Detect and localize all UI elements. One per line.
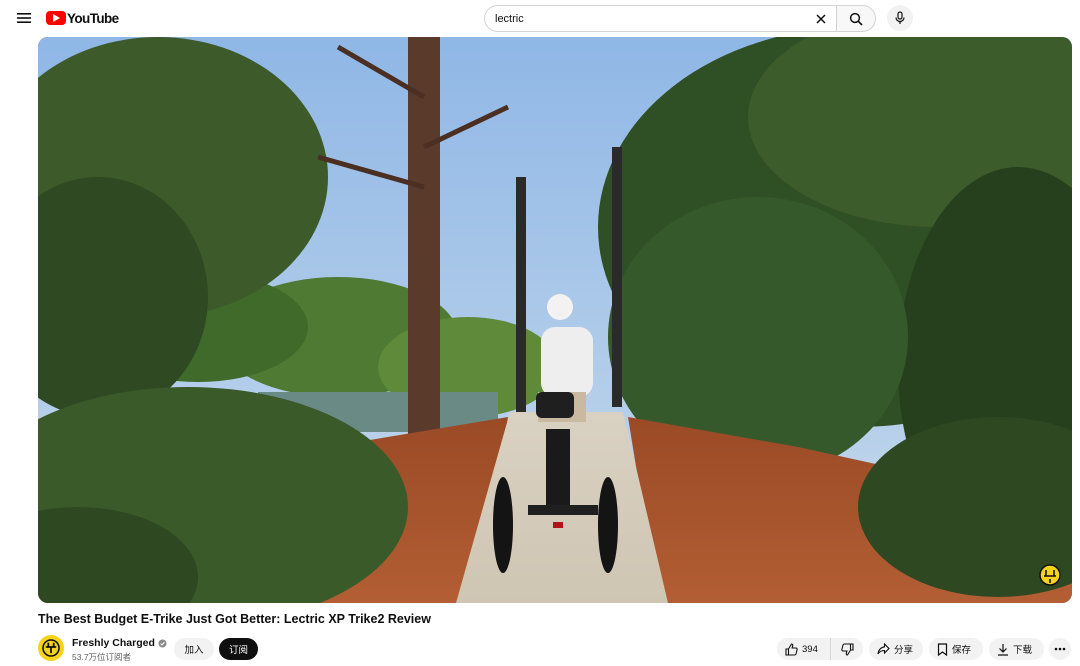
plug-icon xyxy=(42,639,60,657)
download-label: 下载 xyxy=(1013,645,1033,656)
channel-avatar[interactable] xyxy=(38,635,64,661)
verified-check-icon xyxy=(158,639,167,647)
share-button[interactable]: 分享 xyxy=(869,638,923,660)
search-bar xyxy=(484,5,876,32)
video-title: The Best Budget E-Trike Just Got Better:… xyxy=(38,612,431,626)
share-icon xyxy=(877,643,890,655)
youtube-play-icon xyxy=(46,11,66,25)
close-icon[interactable] xyxy=(812,10,830,28)
search-icon xyxy=(849,12,863,26)
channel-name[interactable]: Freshly Charged xyxy=(72,637,167,649)
dislike-button[interactable] xyxy=(831,638,863,660)
bookmark-icon xyxy=(937,642,948,656)
subscriber-count: 53.7万位订阅者 xyxy=(72,652,132,662)
channel-name-text: Freshly Charged xyxy=(72,637,155,649)
thumbs-up-icon xyxy=(785,642,798,656)
search-box xyxy=(484,5,836,32)
thumbs-down-icon xyxy=(840,642,854,656)
video-frame xyxy=(38,37,1072,603)
share-label: 分享 xyxy=(894,645,914,656)
search-input[interactable] xyxy=(495,6,795,31)
like-dislike-group: 394 xyxy=(777,638,863,660)
subscribe-button[interactable]: 订阅 xyxy=(219,638,258,660)
top-bar: YouTube xyxy=(0,0,1080,36)
more-actions-button[interactable] xyxy=(1049,638,1071,660)
logo-text: YouTube xyxy=(67,10,119,26)
hamburger-menu-icon[interactable] xyxy=(12,6,36,30)
more-horizontal-icon xyxy=(1054,647,1066,651)
youtube-logo[interactable]: YouTube xyxy=(46,9,119,27)
microphone-icon[interactable] xyxy=(887,5,913,31)
download-button[interactable]: 下载 xyxy=(989,638,1044,660)
join-button[interactable]: 加入 xyxy=(174,638,214,660)
like-button[interactable]: 394 xyxy=(777,638,831,660)
save-label: 保存 xyxy=(952,645,972,656)
like-count: 394 xyxy=(802,643,818,655)
download-icon xyxy=(998,643,1008,656)
save-button[interactable]: 保存 xyxy=(929,638,983,660)
video-player[interactable] xyxy=(38,37,1072,603)
search-button[interactable] xyxy=(836,5,876,32)
